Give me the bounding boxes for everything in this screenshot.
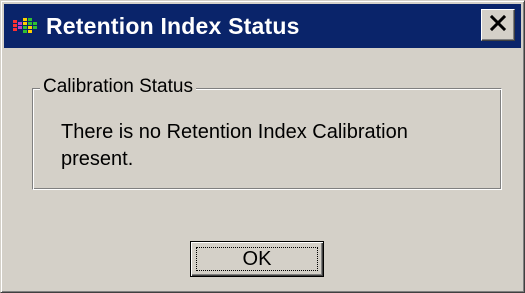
title-bar[interactable]: Retention Index Status [4, 4, 521, 48]
dialog-window: Retention Index Status Calibration Statu… [0, 0, 525, 293]
group-label: Calibration Status [40, 74, 196, 100]
app-icon [12, 15, 38, 37]
ok-button[interactable]: OK [190, 241, 324, 277]
status-message: There is no Retention Index Calibration … [61, 121, 408, 170]
calibration-status-group: Calibration Status There is no Retention… [32, 74, 502, 190]
ok-button-label: OK [242, 248, 272, 270]
close-button[interactable] [481, 9, 515, 41]
close-icon [489, 14, 507, 36]
focus-rect: OK [196, 247, 318, 271]
window-title: Retention Index Status [46, 12, 300, 39]
